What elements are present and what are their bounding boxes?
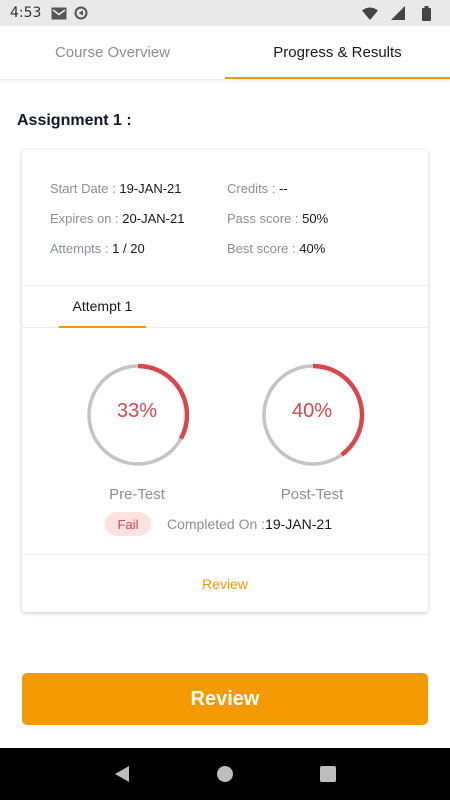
home-icon[interactable]: [213, 762, 237, 786]
tab-course-overview[interactable]: Course Overview: [0, 26, 225, 79]
battery-icon: [418, 5, 434, 21]
credits-label: Credits :: [227, 181, 276, 196]
review-button[interactable]: Review: [22, 673, 428, 725]
card-review-link[interactable]: Review: [22, 554, 428, 612]
start-date-label: Start Date :: [50, 181, 116, 196]
pass-score-value: 50%: [302, 211, 329, 226]
attempts-label: Attempts :: [50, 241, 109, 256]
assignment-info: Start Date : 19-JAN-21 Expires on : 20-J…: [22, 150, 428, 286]
completed-on: Completed On :19-JAN-21: [167, 516, 332, 532]
best-score-label: Best score :: [227, 241, 296, 256]
status-badge: Fail: [105, 512, 151, 536]
post-test-ring: 40% Post-Test: [260, 362, 366, 503]
best-score-value: 40%: [299, 241, 326, 256]
assignment-title: Assignment 1 :: [17, 112, 132, 129]
post-test-percent: 40%: [291, 400, 333, 422]
pre-test-ring: 33% Pre-Test: [85, 362, 191, 503]
status-time: 4:53: [10, 5, 42, 21]
completed-label: Completed On :: [167, 516, 266, 532]
signal-icon: [390, 6, 406, 20]
start-date-value: 19-JAN-21: [119, 181, 182, 196]
pre-test-label: Pre-Test: [109, 486, 165, 503]
post-test-label: Post-Test: [280, 486, 344, 503]
credits-value: --: [279, 181, 288, 196]
pass-score-label: Pass score :: [227, 211, 299, 226]
expires-label: Expires on :: [50, 211, 119, 226]
attempts-row: Attempts : 1 / 20: [50, 241, 145, 256]
tab-progress-results[interactable]: Progress & Results: [225, 26, 450, 79]
back-icon[interactable]: [110, 762, 134, 786]
tab-attempt-1[interactable]: Attempt 1: [59, 286, 146, 328]
pre-test-percent: 33%: [116, 400, 158, 422]
nav-bar: [0, 748, 450, 800]
start-date-row: Start Date : 19-JAN-21: [50, 181, 182, 196]
gmail-icon: [51, 6, 67, 20]
credits-row: Credits : --: [227, 181, 288, 196]
assignment-card: Start Date : 19-JAN-21 Expires on : 20-J…: [22, 150, 428, 612]
top-tabs: Course Overview Progress & Results: [0, 26, 450, 80]
status-bar: 4:53: [0, 0, 450, 26]
wifi-icon: [362, 6, 378, 20]
attempts-value: 1 / 20: [112, 241, 145, 256]
attempt-tabs: Attempt 1: [22, 286, 428, 328]
expires-value: 20-JAN-21: [122, 211, 185, 226]
recents-icon[interactable]: [316, 762, 340, 786]
expires-row: Expires on : 20-JAN-21: [50, 211, 184, 226]
best-score-row: Best score : 40%: [227, 241, 325, 256]
sync-icon: [73, 6, 89, 20]
completed-date: 19-JAN-21: [265, 516, 332, 532]
pass-score-row: Pass score : 50%: [227, 211, 328, 226]
